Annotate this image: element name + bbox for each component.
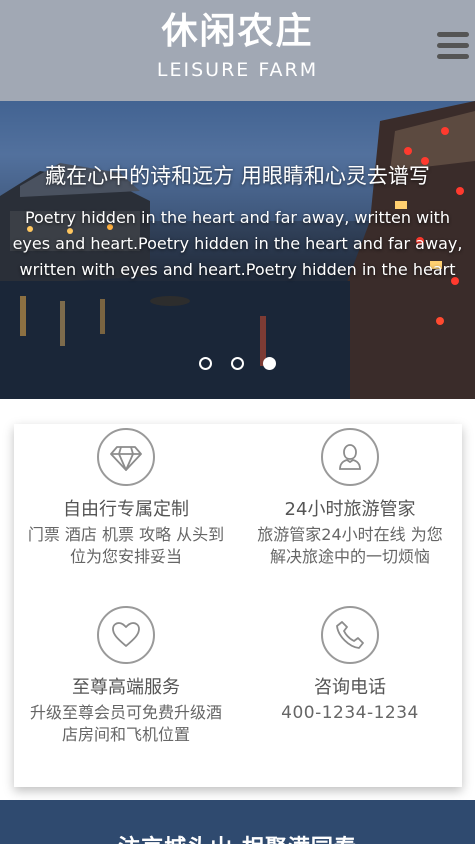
service-description: 门票 酒店 机票 攻略 从头到位为您安排妥当: [27, 525, 225, 566]
logo[interactable]: 休闲农庄 LEISURE FARM: [0, 8, 475, 84]
banner-description-line: written with eyes and heart.Poetry hidde…: [19, 260, 456, 279]
service-item-travel-butler[interactable]: 24小时旅游管家 旅游管家24小时在线 为您解决旅途中的一切烦恼: [238, 428, 462, 568]
section-banner: 汴京城头山 相聚满园春: [0, 800, 475, 844]
user-icon: [321, 428, 379, 486]
menu-bar: [437, 43, 469, 48]
menu-bar: [437, 32, 469, 37]
heart-icon: [97, 606, 155, 664]
hero-banner[interactable]: 藏在心中的诗和远方 用眼睛和心灵去谱写 Poetry hidden in the…: [0, 101, 475, 399]
diamond-icon: [97, 428, 155, 486]
logo-title-en: LEISURE FARM: [156, 59, 319, 81]
carousel-indicators: [0, 353, 475, 372]
service-item-vip[interactable]: 至尊高端服务 升级至尊会员可免费升级酒店房间和飞机位置: [14, 606, 238, 746]
service-title: 自由行专属定制: [63, 499, 189, 520]
phone-icon: [321, 606, 379, 664]
logo-title-cn: 休闲农庄: [161, 11, 314, 52]
carousel-dot-2[interactable]: [231, 357, 244, 370]
service-item-custom-travel[interactable]: 自由行专属定制 门票 酒店 机票 攻略 从头到位为您安排妥当: [14, 428, 238, 568]
services-card: 自由行专属定制 门票 酒店 机票 攻略 从头到位为您安排妥当 24小时旅游管家 …: [14, 424, 462, 787]
hamburger-menu-icon[interactable]: [437, 30, 469, 60]
banner-description: Poetry hidden in the heart and far away,…: [0, 205, 475, 283]
banner-description-line: eyes and heart.Poetry hidden in the hear…: [12, 234, 463, 253]
service-description: 旅游管家24小时在线 为您解决旅途中的一切烦恼: [257, 525, 443, 566]
service-title: 24小时旅游管家: [284, 499, 416, 520]
banner-title: 藏在心中的诗和远方 用眼睛和心灵去谱写: [45, 164, 430, 188]
hotline-number[interactable]: 400-1234-1234: [250, 702, 450, 724]
carousel-dot-3[interactable]: [263, 357, 277, 370]
service-description: 升级至尊会员可免费升级酒店房间和飞机位置: [29, 703, 222, 744]
service-title: 咨询电话: [314, 677, 386, 698]
site-header: 休闲农庄 LEISURE FARM: [0, 0, 475, 101]
menu-bar: [437, 54, 469, 59]
service-title: 至尊高端服务: [72, 677, 180, 698]
banner-description-line: Poetry hidden in the heart and far away,…: [24, 208, 451, 227]
service-item-hotline[interactable]: 咨询电话 400-1234-1234: [238, 606, 462, 724]
carousel-dot-1[interactable]: [198, 357, 212, 370]
section-heading: 汴京城头山 相聚满园春: [0, 830, 475, 844]
